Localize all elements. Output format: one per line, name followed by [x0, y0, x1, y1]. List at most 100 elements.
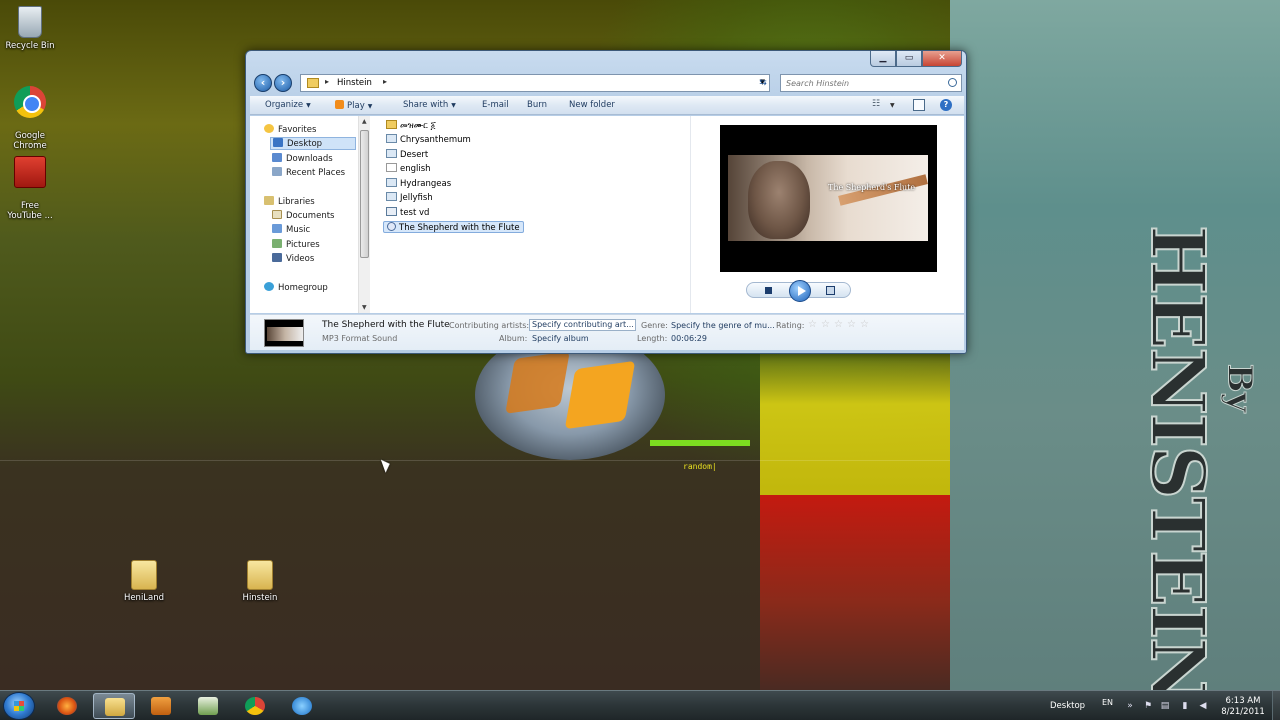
list-item[interactable]: Chrysanthemum — [383, 134, 474, 146]
album-field[interactable]: Specify album — [532, 334, 589, 343]
taskbar-app-media-player[interactable] — [140, 693, 182, 719]
desktop-icon-recycle-bin[interactable]: Recycle Bin — [0, 6, 60, 51]
list-item[interactable]: Desert — [383, 149, 431, 161]
star-icon[interactable]: ☆ — [808, 319, 817, 330]
taskbar-app-chart[interactable] — [187, 693, 229, 719]
nav-item-downloads[interactable]: Downloads — [272, 153, 333, 164]
content-area: Favorites Desktop Downloads Recent Place… — [250, 116, 964, 313]
search-icon[interactable] — [948, 78, 957, 87]
list-item[interactable]: Hydrangeas — [383, 178, 454, 190]
search-box[interactable] — [780, 74, 962, 92]
star-icon[interactable]: ☆ — [834, 319, 843, 330]
forward-button[interactable]: › — [274, 74, 292, 92]
chevron-down-icon[interactable]: ▼ — [890, 102, 902, 114]
explorer-window[interactable]: ▁ ▭ ✕ ‹ › ▸ Hinstein ▸ ▼ ⇆ Organize▼ Pla… — [245, 50, 967, 354]
search-input[interactable] — [786, 76, 946, 90]
desktop-icon-free-youtube[interactable]: Free YouTube ... — [0, 146, 60, 231]
chevron-right-icon[interactable]: ▸ — [383, 77, 387, 86]
scroll-up-icon[interactable]: ▲ — [362, 118, 367, 125]
preview-pane-icon[interactable] — [913, 99, 925, 111]
share-with-button[interactable]: Share with ▼ — [403, 100, 456, 110]
contributing-artists-label: Contributing artists: — [449, 321, 530, 330]
new-folder-button[interactable]: New folder — [569, 100, 615, 110]
chrome-icon — [245, 697, 265, 715]
wallpaper-red-band — [760, 495, 950, 690]
command-bar: Organize ▼ Play ▼ Share with ▼ E-mail Burn … — [250, 96, 964, 115]
genre-field[interactable]: Specify the genre of mu... — [671, 321, 775, 330]
details-thumbnail-image — [267, 327, 303, 341]
refresh-button[interactable]: ⇆ — [755, 75, 771, 91]
caption-buttons: ▁ ▭ ✕ — [870, 51, 962, 67]
nav-item-music[interactable]: Music — [272, 224, 310, 235]
volume-icon[interactable]: ◀ — [1198, 701, 1208, 711]
taskbar-app-ie[interactable] — [281, 693, 323, 719]
close-button[interactable]: ✕ — [922, 51, 962, 67]
list-item-selected[interactable]: The Shepherd with the Flute — [383, 221, 524, 233]
network-icon[interactable]: ▤ — [1160, 701, 1170, 711]
contributing-artists-field[interactable]: Specify contributing art... — [529, 319, 636, 331]
chevron-right-icon[interactable]: ▸ — [325, 77, 329, 86]
list-item[interactable]: test vd — [383, 207, 432, 219]
nav-item-favorites[interactable]: Favorites — [264, 124, 316, 135]
list-item[interactable]: መዝሙር ፩ — [383, 120, 439, 132]
list-item[interactable]: english — [383, 163, 434, 175]
star-icon[interactable]: ☆ — [821, 319, 830, 330]
address-bar[interactable]: ▸ Hinstein ▸ ▼ — [300, 74, 770, 92]
email-button[interactable]: E-mail — [482, 100, 509, 110]
language-indicator[interactable]: EN — [1102, 698, 1113, 707]
play-button[interactable]: Play ▼ — [335, 100, 372, 111]
file-name: test vd — [400, 208, 430, 218]
nav-item-documents[interactable]: Documents — [272, 210, 334, 221]
nav-item-videos[interactable]: Videos — [272, 253, 314, 264]
organize-button[interactable]: Organize ▼ — [265, 100, 311, 110]
scroll-down-icon[interactable]: ▼ — [362, 304, 367, 311]
change-view-icon[interactable]: ☷ — [872, 99, 884, 111]
file-name: Jellyfish — [400, 193, 433, 203]
signal-icon[interactable]: ▮ — [1180, 701, 1190, 711]
taskbar-app-firefox[interactable] — [46, 693, 88, 719]
taskbar-app-chrome[interactable] — [234, 693, 276, 719]
burn-button[interactable]: Burn — [527, 100, 547, 110]
taskbar-app-explorer[interactable] — [93, 693, 135, 719]
expand-tray-icon[interactable]: » — [1125, 701, 1135, 711]
nav-item-desktop[interactable]: Desktop — [270, 137, 356, 150]
fullscreen-icon[interactable] — [826, 286, 835, 295]
wallpaper-green-line — [650, 440, 750, 446]
back-button[interactable]: ‹ — [254, 74, 272, 92]
scroll-thumb[interactable] — [360, 130, 369, 258]
nav-item-recent-places[interactable]: Recent Places — [272, 167, 345, 178]
clock-time: 6:13 AM — [1225, 696, 1261, 706]
show-desktop-button[interactable] — [1272, 691, 1280, 720]
folder-icon — [386, 120, 397, 129]
nav-item-label: Videos — [286, 254, 315, 264]
desktop-icon-heniland[interactable]: HeniLand — [114, 560, 174, 603]
recent-places-icon — [272, 167, 282, 176]
address-path[interactable]: Hinstein — [337, 78, 372, 88]
list-item[interactable]: Jellyfish — [383, 192, 436, 204]
start-button[interactable] — [3, 692, 35, 720]
file-list: መዝሙር ፩ Chrysanthemum Desert english Hydr… — [383, 120, 683, 310]
nav-item-homegroup[interactable]: Homegroup — [264, 282, 328, 293]
play-icon[interactable] — [789, 280, 811, 302]
nav-scrollbar[interactable]: ▲ ▼ — [358, 116, 370, 313]
desktop-toolbar-label[interactable]: Desktop — [1050, 701, 1085, 711]
nav-item-libraries[interactable]: Libraries — [264, 196, 315, 207]
nav-item-pictures[interactable]: Pictures — [272, 239, 320, 250]
stop-icon[interactable] — [765, 287, 772, 294]
pictures-icon — [272, 239, 282, 248]
video-preview[interactable]: The Shepherd's Flute — [720, 125, 937, 272]
star-icon[interactable]: ☆ — [847, 319, 856, 330]
minimize-button[interactable]: ▁ — [870, 51, 896, 67]
maximize-button[interactable]: ▭ — [896, 51, 922, 67]
folder-icon — [247, 560, 273, 590]
chevron-down-icon: ▼ — [367, 103, 373, 110]
desktop-icon — [273, 138, 283, 147]
file-name: መዝሙር ፩ — [400, 121, 436, 131]
help-icon[interactable]: ? — [940, 99, 952, 111]
flag-icon[interactable]: ⚑ — [1143, 701, 1153, 711]
star-icon[interactable]: ☆ — [860, 319, 869, 330]
wallpaper-brand-text: HENISTEIN — [1133, 224, 1221, 690]
clock[interactable]: 6:13 AM 8/21/2011 — [1218, 696, 1268, 718]
desktop-icon-hinstein[interactable]: Hinstein — [230, 560, 290, 603]
desktop[interactable]: random| HENISTEIN By Recycle Bin Google … — [0, 0, 1280, 690]
